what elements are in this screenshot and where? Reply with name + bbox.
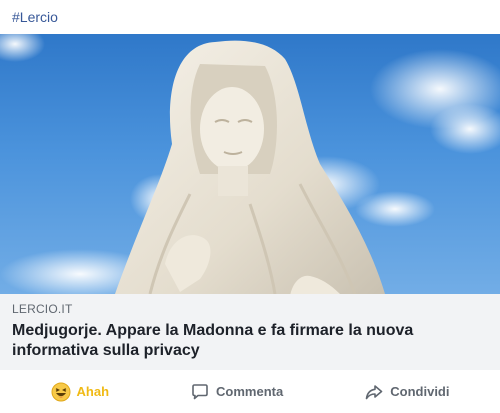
hashtag-link[interactable]: #Lercio xyxy=(12,9,58,25)
share-button[interactable]: Condividi xyxy=(348,376,465,408)
madonna-statue-image xyxy=(0,34,500,294)
link-preview-card[interactable]: LERCIO.IT Medjugorje. Appare la Madonna … xyxy=(0,34,500,370)
haha-emoji-icon xyxy=(51,382,71,402)
comment-bubble-icon xyxy=(190,382,210,402)
share-label: Condividi xyxy=(390,384,450,399)
post-actions-bar: Ahah Commenta Condividi xyxy=(0,370,500,413)
link-domain: LERCIO.IT xyxy=(12,302,73,316)
link-title[interactable]: Medjugorje. Appare la Madonna e fa firma… xyxy=(12,321,488,361)
link-preview-image[interactable] xyxy=(0,34,500,294)
comment-button[interactable]: Commenta xyxy=(174,376,299,408)
reaction-button[interactable]: Ahah xyxy=(35,376,126,408)
comment-label: Commenta xyxy=(216,384,284,399)
link-preview-meta: LERCIO.IT Medjugorje. Appare la Madonna … xyxy=(0,294,500,370)
post-header: #Lercio xyxy=(0,0,500,34)
reaction-label: Ahah xyxy=(76,384,110,399)
share-arrow-icon xyxy=(364,382,384,402)
